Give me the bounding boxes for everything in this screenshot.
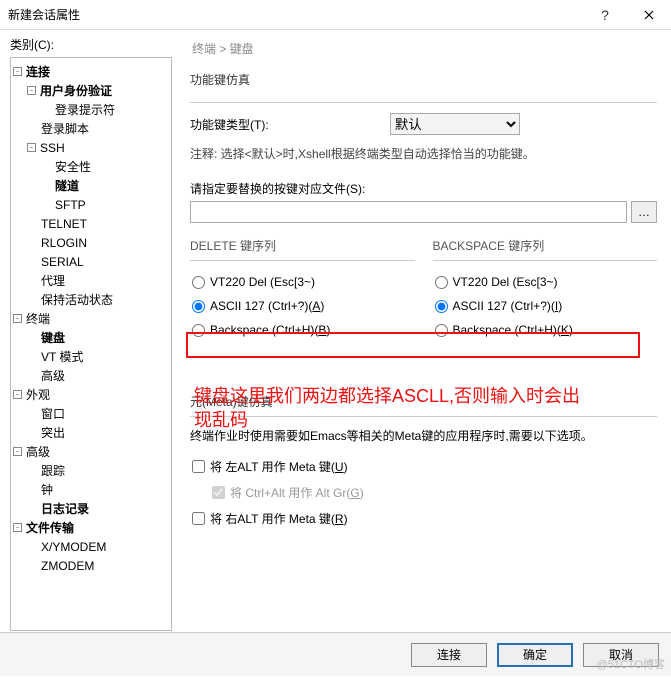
tree-item[interactable]: SERIAL — [13, 252, 169, 271]
tree-item-label: VT 模式 — [39, 348, 83, 365]
meta-note: 终端作业时使用需要如Emacs等相关的Meta键的应用程序时,需要以下选项。 — [190, 427, 657, 444]
tree-item[interactable]: VT 模式 — [13, 347, 169, 366]
tree-item-label: 钟 — [39, 481, 53, 498]
category-tree[interactable]: -连接-用户身份验证登录提示符登录脚本-SSH安全性隧道SFTPTELNETRL… — [10, 57, 172, 631]
backspace-opt-vt220[interactable]: VT220 Del (Esc[3~) — [433, 271, 658, 293]
tree-item[interactable]: 键盘 — [13, 328, 169, 347]
backspace-sequence-group: BACKSPACE 键序列 VT220 Del (Esc[3~) ASCII 1… — [433, 237, 658, 343]
tree-item[interactable]: TELNET — [13, 214, 169, 233]
tree-item[interactable]: -外观 — [13, 385, 169, 404]
tree-item-label: 外观 — [24, 386, 50, 403]
tree-item-label: 登录脚本 — [39, 120, 89, 137]
category-panel: 类别(C): -连接-用户身份验证登录提示符登录脚本-SSH安全性隧道SFTPT… — [0, 30, 180, 632]
tree-item[interactable]: 跟踪 — [13, 461, 169, 480]
dialog-footer: 连接 确定 取消 @51CTO博客 — [0, 632, 671, 676]
collapse-icon[interactable]: - — [27, 143, 36, 152]
tree-item[interactable]: 钟 — [13, 480, 169, 499]
tree-item-label: 隧道 — [53, 177, 79, 194]
tree-item-label: SSH — [38, 141, 65, 155]
tree-item[interactable]: -高级 — [13, 442, 169, 461]
replace-file-input[interactable] — [190, 201, 627, 223]
left-alt-meta-checkbox[interactable]: 将 左ALT 用作 Meta 键(U) — [190, 454, 657, 478]
tree-item-label: 登录提示符 — [53, 101, 115, 118]
tree-item[interactable]: -SSH — [13, 138, 169, 157]
tree-item[interactable]: X/YMODEM — [13, 537, 169, 556]
tree-item-label: 高级 — [39, 367, 65, 384]
tree-item[interactable]: 登录提示符 — [13, 100, 169, 119]
tree-item[interactable]: 隧道 — [13, 176, 169, 195]
close-icon — [644, 10, 654, 20]
collapse-icon[interactable]: - — [27, 86, 36, 95]
tree-item[interactable]: RLOGIN — [13, 233, 169, 252]
window-title: 新建会话属性 — [8, 6, 583, 23]
section-funckey: 功能键仿真 — [190, 71, 657, 92]
delete-opt-backspace[interactable]: Backspace (Ctrl+H)(B) — [190, 319, 415, 341]
tree-item-label: ZMODEM — [39, 559, 94, 573]
tree-item-label: TELNET — [39, 217, 87, 231]
funckey-note: 注释: 选择<默认>时,Xshell根据终端类型自动选择恰当的功能键。 — [190, 145, 657, 162]
breadcrumb: 终端 > 键盘 — [192, 40, 657, 57]
collapse-icon[interactable]: - — [13, 314, 22, 323]
close-button[interactable] — [627, 0, 671, 30]
tree-item-label: 终端 — [24, 310, 50, 327]
ok-button[interactable]: 确定 — [497, 643, 573, 667]
titlebar: 新建会话属性 ? — [0, 0, 671, 30]
tree-item-label: X/YMODEM — [39, 540, 106, 554]
collapse-icon[interactable]: - — [13, 447, 22, 456]
tree-item[interactable]: SFTP — [13, 195, 169, 214]
collapse-icon[interactable]: - — [13, 390, 22, 399]
tree-item[interactable]: 保持活动状态 — [13, 290, 169, 309]
browse-button[interactable]: … — [631, 201, 657, 223]
tree-item-label: 代理 — [39, 272, 65, 289]
tree-item[interactable]: -用户身份验证 — [13, 81, 169, 100]
tree-item[interactable]: 代理 — [13, 271, 169, 290]
tree-item-label: 跟踪 — [39, 462, 65, 479]
funckey-type-select[interactable]: 默认 — [390, 113, 520, 135]
tree-item-label: 日志记录 — [39, 500, 89, 517]
funckey-type-label: 功能键类型(T): — [190, 116, 390, 133]
right-alt-meta-checkbox[interactable]: 将 右ALT 用作 Meta 键(R) — [190, 506, 657, 530]
backspace-opt-ascii127[interactable]: ASCII 127 (Ctrl+?)(I) — [433, 295, 658, 317]
collapse-icon[interactable]: - — [13, 523, 22, 532]
delete-opt-vt220[interactable]: VT220 Del (Esc[3~) — [190, 271, 415, 293]
tree-item-label: 高级 — [24, 443, 50, 460]
tree-item[interactable]: 突出 — [13, 423, 169, 442]
tree-item-label: SERIAL — [39, 255, 84, 269]
backspace-title: BACKSPACE 键序列 — [433, 237, 658, 254]
collapse-icon[interactable]: - — [13, 67, 22, 76]
replace-file-label: 请指定要替换的按键对应文件(S): — [190, 180, 657, 197]
tree-item[interactable]: ZMODEM — [13, 556, 169, 575]
watermark: @51CTO博客 — [597, 656, 665, 672]
delete-sequence-group: DELETE 键序列 VT220 Del (Esc[3~) ASCII 127 … — [190, 237, 415, 343]
settings-panel: 终端 > 键盘 功能键仿真 功能键类型(T): 默认 注释: 选择<默认>时,X… — [180, 30, 671, 632]
tree-item-label: 文件传输 — [24, 519, 74, 536]
section-meta: 元(Meta)键仿真 — [190, 393, 657, 414]
tree-item[interactable]: 窗口 — [13, 404, 169, 423]
tree-item-label: SFTP — [53, 198, 86, 212]
tree-item-label: 突出 — [39, 424, 65, 441]
connect-button[interactable]: 连接 — [411, 643, 487, 667]
ctrl-alt-altgr-checkbox: 将 Ctrl+Alt 用作 Alt Gr(G) — [190, 480, 657, 504]
tree-item-label: 保持活动状态 — [39, 291, 113, 308]
tree-item-label: 安全性 — [53, 158, 91, 175]
tree-item-label: 窗口 — [39, 405, 65, 422]
tree-item[interactable]: -连接 — [13, 62, 169, 81]
tree-item[interactable]: 登录脚本 — [13, 119, 169, 138]
tree-item-label: RLOGIN — [39, 236, 87, 250]
tree-item-label: 键盘 — [39, 329, 65, 346]
tree-item-label: 用户身份验证 — [38, 82, 112, 99]
category-label: 类别(C): — [10, 36, 172, 53]
delete-opt-ascii127[interactable]: ASCII 127 (Ctrl+?)(A) — [190, 295, 415, 317]
tree-item[interactable]: 高级 — [13, 366, 169, 385]
backspace-opt-backspace[interactable]: Backspace (Ctrl+H)(K) — [433, 319, 658, 341]
delete-title: DELETE 键序列 — [190, 237, 415, 254]
tree-item[interactable]: 安全性 — [13, 157, 169, 176]
tree-item[interactable]: 日志记录 — [13, 499, 169, 518]
help-button[interactable]: ? — [583, 0, 627, 30]
tree-item[interactable]: -文件传输 — [13, 518, 169, 537]
tree-item[interactable]: -终端 — [13, 309, 169, 328]
tree-item-label: 连接 — [24, 63, 50, 80]
